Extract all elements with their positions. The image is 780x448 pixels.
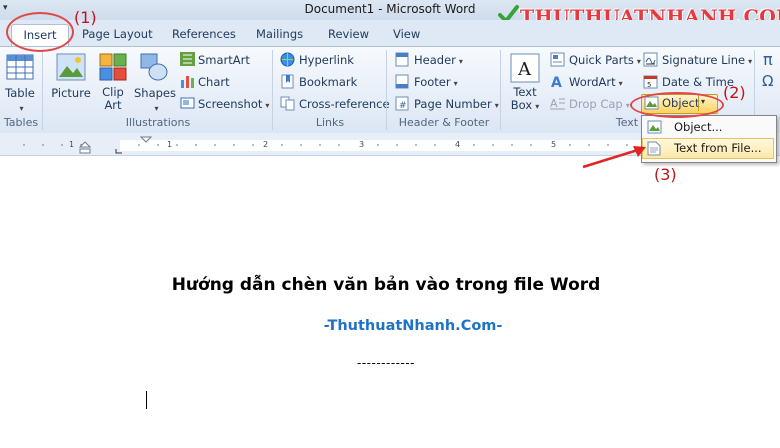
chevron-down-icon: ▾ bbox=[19, 104, 24, 113]
svg-text:A: A bbox=[517, 59, 532, 80]
tab-review[interactable]: Review bbox=[328, 27, 369, 41]
annotation-ring-insert bbox=[6, 12, 74, 52]
cross-reference-button[interactable]: Cross-reference bbox=[299, 97, 390, 111]
menu-item-label: Text from File... bbox=[674, 141, 762, 155]
svg-text:A: A bbox=[551, 75, 562, 89]
footer-icon bbox=[395, 74, 409, 89]
header-button[interactable]: Header ▾ bbox=[414, 53, 463, 67]
quick-parts-label: Quick Parts bbox=[569, 53, 634, 67]
group-separator bbox=[272, 50, 273, 130]
bookmark-button[interactable]: Bookmark bbox=[299, 75, 357, 89]
signature-line-label: Signature Line bbox=[662, 53, 746, 67]
menu-item-text-from-file[interactable]: Text from File... bbox=[642, 138, 774, 159]
wordart-icon: A bbox=[551, 75, 562, 89]
group-label-header-footer: Header & Footer bbox=[398, 116, 490, 129]
tab-page-layout[interactable]: Page Layout bbox=[82, 27, 153, 41]
text-box-button[interactable]: Text Box ▾ bbox=[506, 86, 544, 113]
chart-icon bbox=[181, 76, 194, 88]
hyperlink-button[interactable]: Hyperlink bbox=[299, 53, 354, 67]
svg-text:1: 1 bbox=[167, 140, 172, 149]
group-separator bbox=[386, 50, 387, 130]
clip-art-icon bbox=[99, 53, 127, 81]
svg-text:A: A bbox=[550, 97, 558, 110]
drop-cap-icon: A bbox=[550, 97, 565, 110]
bookmark-icon bbox=[281, 74, 294, 89]
equation-button[interactable]: π bbox=[763, 50, 773, 69]
svg-text:#: # bbox=[399, 101, 407, 111]
group-label-illustrations: Illustrations bbox=[125, 116, 191, 129]
screenshot-label: Screenshot bbox=[198, 97, 263, 111]
shapes-label: Shapes bbox=[134, 86, 177, 100]
svg-text:5: 5 bbox=[647, 81, 651, 89]
footer-button[interactable]: Footer ▾ bbox=[414, 75, 458, 89]
footer-label: Footer bbox=[414, 75, 451, 89]
signature-line-button[interactable]: Signature Line ▾ bbox=[662, 53, 752, 67]
chevron-down-icon: ▾ bbox=[494, 101, 499, 110]
chevron-down-icon: ▾ bbox=[618, 79, 623, 88]
page-number-label: Page Number bbox=[414, 97, 492, 111]
annotation-ring-object bbox=[630, 92, 724, 118]
wordart-button[interactable]: WordArt ▾ bbox=[569, 75, 623, 89]
quick-parts-icon bbox=[550, 52, 565, 67]
shapes-button[interactable]: Shapes ▾ bbox=[134, 86, 176, 114]
chevron-down-icon: ▾ bbox=[535, 102, 540, 111]
svg-text:4: 4 bbox=[455, 140, 460, 149]
annotation-step-1: (1) bbox=[74, 8, 97, 27]
screenshot-button[interactable]: Screenshot ▾ bbox=[198, 97, 269, 111]
group-separator bbox=[500, 50, 501, 130]
table-button[interactable]: Table ▾ bbox=[2, 86, 38, 114]
quick-parts-button[interactable]: Quick Parts ▾ bbox=[569, 53, 641, 67]
drop-cap-button[interactable]: Drop Cap ▾ bbox=[569, 97, 630, 111]
svg-text:5: 5 bbox=[551, 140, 556, 149]
clip-art-button[interactable]: Clip Art bbox=[96, 86, 130, 112]
tab-mailings[interactable]: Mailings bbox=[256, 27, 303, 41]
svg-text:3: 3 bbox=[359, 140, 364, 149]
object-icon bbox=[647, 120, 662, 134]
group-label-tables: Tables bbox=[3, 116, 39, 129]
group-label-links: Links bbox=[315, 116, 345, 129]
symbol-button[interactable]: Ω bbox=[762, 72, 773, 90]
document-divider: ------------ bbox=[357, 356, 415, 370]
header-icon bbox=[395, 52, 409, 67]
drop-cap-label: Drop Cap bbox=[569, 97, 623, 111]
hyperlink-icon bbox=[280, 52, 295, 67]
signature-line-icon bbox=[643, 52, 658, 67]
text-cursor bbox=[146, 391, 147, 409]
smartart-icon bbox=[180, 52, 195, 66]
tab-references[interactable]: References bbox=[172, 27, 236, 41]
chevron-down-icon: ▾ bbox=[636, 57, 641, 66]
screenshot-icon bbox=[180, 97, 195, 109]
document-subheading: -ThuthuatNhanh.Com- bbox=[323, 318, 503, 334]
document-heading: Hướng dẫn chèn văn bản vào trong file Wo… bbox=[171, 275, 601, 295]
table-icon bbox=[6, 54, 34, 80]
annotation-step-2: (2) bbox=[723, 83, 746, 102]
annotation-arrow-icon bbox=[582, 146, 646, 169]
chart-button[interactable]: Chart bbox=[198, 75, 230, 89]
header-label: Header bbox=[414, 53, 456, 67]
smartart-button[interactable]: SmartArt bbox=[198, 53, 250, 67]
picture-button[interactable]: Picture bbox=[50, 86, 92, 100]
svg-text:1: 1 bbox=[69, 140, 74, 149]
chevron-down-icon: ▾ bbox=[265, 101, 270, 110]
chevron-down-icon: ▾ bbox=[748, 57, 753, 66]
group-separator bbox=[42, 50, 43, 130]
shapes-icon bbox=[140, 53, 168, 81]
date-time-icon: 5 bbox=[643, 75, 658, 89]
picture-icon bbox=[56, 53, 86, 81]
menu-item-object[interactable]: Object... bbox=[674, 117, 764, 138]
cross-reference-icon bbox=[280, 96, 295, 111]
chevron-down-icon: ▾ bbox=[453, 79, 458, 88]
table-label: Table bbox=[5, 86, 35, 100]
annotation-step-3: (3) bbox=[654, 165, 677, 184]
page-number-icon: # bbox=[395, 96, 409, 111]
page-number-button[interactable]: Page Number ▾ bbox=[414, 97, 499, 111]
chevron-down-icon: ▾ bbox=[458, 57, 463, 66]
chevron-down-icon: ▾ bbox=[154, 104, 159, 113]
text-box-icon: A bbox=[510, 53, 540, 83]
tab-view[interactable]: View bbox=[393, 27, 420, 41]
svg-text:2: 2 bbox=[263, 140, 268, 149]
wordart-label: WordArt bbox=[569, 75, 616, 89]
